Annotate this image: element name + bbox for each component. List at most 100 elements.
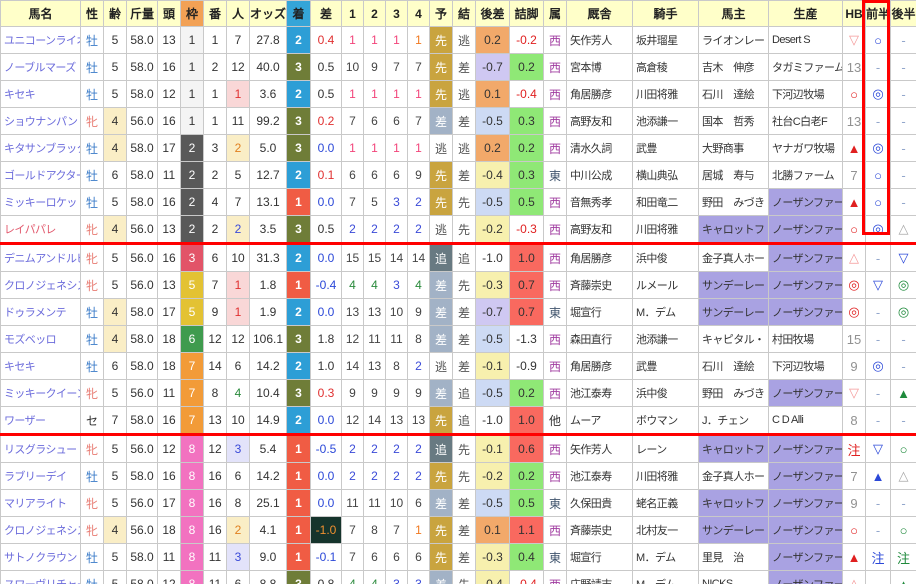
cell-prediction: 逃	[429, 215, 453, 244]
horse-name-link[interactable]: ミッキーロケット	[0, 188, 81, 216]
cell-corner1: 4	[341, 570, 364, 584]
cell-prediction: 先	[429, 406, 453, 435]
cell-weight: 58.0	[126, 26, 158, 54]
cell-odds: 3.5	[249, 215, 287, 244]
dash-mark: -	[901, 113, 906, 129]
rank-mark: △	[849, 250, 859, 265]
cell-field-size: 18	[157, 325, 181, 353]
cell-closing: 0.3	[509, 161, 544, 189]
rank-mark: ▲	[871, 468, 885, 484]
cell-hb: 7	[842, 161, 866, 189]
cell-frame: 1	[180, 53, 204, 81]
cell-late-diff: -0.2	[475, 215, 510, 244]
horse-name-link[interactable]: ドゥラメンテ	[0, 298, 81, 326]
horse-name-link[interactable]: キタサンブラック	[0, 134, 81, 162]
cell-margin: 0.0	[310, 489, 342, 517]
cell-margin: 0.2	[310, 107, 342, 135]
cell-field-size: 18	[157, 516, 181, 544]
horse-name-link[interactable]: マリアライト	[0, 489, 81, 517]
cell-hb: ▲	[842, 543, 866, 571]
cell-popularity: 7	[226, 26, 250, 54]
cell-number: 16	[203, 516, 227, 544]
cell-popularity: 1	[226, 80, 250, 108]
cell-sex: 牝	[80, 215, 104, 244]
cell-zenhan: ▽	[865, 433, 891, 463]
cell-corner4: 6	[407, 489, 430, 517]
cell-field-size: 11	[157, 161, 181, 189]
cell-field-size: 12	[157, 570, 181, 584]
cell-corner1: 1	[341, 80, 364, 108]
horse-name-link[interactable]: レイパパレ	[0, 215, 81, 244]
cell-stable: 斉藤崇史	[566, 271, 633, 299]
table-row: ラブリーデイ牡 5 58.0 16 8 16 6 14.2 1 0.0 2 2 2 2 先先 -0.2 0.2 西…	[0, 462, 916, 490]
cell-region: 西	[543, 107, 567, 135]
cell-field-size: 13	[157, 271, 181, 299]
cell-age: 5	[103, 80, 127, 108]
cell-popularity: 6	[226, 352, 250, 380]
table-row: サトノクラウン牡 5 58.0 11 8 11 3 9.0 1 -0.1 7 6 6 6 先差 -0.3 0.4…	[0, 543, 916, 571]
horse-name-link[interactable]: ノーブルマーズ	[0, 53, 81, 81]
cell-closing: -1.3	[509, 325, 544, 353]
cell-odds: 106.1	[249, 325, 287, 353]
cell-result: 先	[452, 215, 476, 244]
col-header-jockey: 騎手	[632, 0, 699, 27]
col-header-popularity: 人	[226, 0, 250, 27]
cell-finish: 2	[286, 406, 311, 435]
cell-stable: 堀宣行	[566, 543, 633, 571]
horse-name-link[interactable]: ミッキークイーン	[0, 379, 81, 407]
cell-weight: 56.0	[126, 215, 158, 244]
cell-breeder: 村田牧場	[768, 325, 843, 353]
cell-kouhan: -	[890, 325, 916, 353]
cell-sex: 牡	[80, 53, 104, 81]
horse-name-link[interactable]: キセキ	[0, 352, 81, 380]
cell-breeder: 北勝ファーム	[768, 161, 843, 189]
table-row: キセキ牡 6 58.0 18 7 14 6 14.2 2 1.0 14 13 8 2 逃差 -0.1 -0.9 西…	[0, 352, 916, 380]
cell-finish: 2	[286, 242, 311, 272]
horse-name-link[interactable]: ユニコーンライオン	[0, 26, 81, 54]
cell-hb: ▽	[842, 26, 866, 54]
horse-name-link[interactable]: スワーヴリチャード	[0, 570, 81, 584]
cell-age: 5	[103, 53, 127, 81]
cell-weight: 58.0	[126, 298, 158, 326]
horse-name-link[interactable]: キセキ	[0, 80, 81, 108]
cell-kouhan: ▲	[890, 570, 916, 584]
cell-frame: 5	[180, 298, 204, 326]
cell-owner: サンデーレー	[698, 516, 769, 544]
horse-name-link[interactable]: ラブリーデイ	[0, 462, 81, 490]
cell-jockey: 池添謙一	[632, 107, 699, 135]
dash-mark: -	[901, 140, 906, 156]
cell-breeder: ノーザンファーム	[768, 215, 843, 244]
horse-name-link[interactable]: ショウナンパンドラ	[0, 107, 81, 135]
cell-owner: 野田 みづき	[698, 188, 769, 216]
horse-name-link[interactable]: ワーザー	[0, 406, 81, 435]
horse-name-link[interactable]: クロノジェネシス	[0, 271, 81, 299]
cell-finish: 2	[286, 161, 311, 189]
cell-jockey: 浜中俊	[632, 242, 699, 272]
horse-name-link[interactable]: モズベッロ	[0, 325, 81, 353]
col-header-finish: 着	[286, 0, 311, 27]
cell-result: 先	[452, 188, 476, 216]
cell-prediction: 先	[429, 462, 453, 490]
cell-weight: 58.0	[126, 161, 158, 189]
horse-name-link[interactable]: クロノジェネシス	[0, 516, 81, 544]
cell-weight: 56.0	[126, 242, 158, 272]
col-header-margin: 差	[310, 0, 342, 27]
cell-age: 4	[103, 134, 127, 162]
horse-name-link[interactable]: デニムアンドルビー	[0, 242, 81, 272]
col-header-breeder: 生産	[768, 0, 843, 27]
horse-name-link[interactable]: リスグラシュー	[0, 433, 81, 463]
cell-result: 差	[452, 352, 476, 380]
horse-name-link[interactable]: サトノクラウン	[0, 543, 81, 571]
cell-kouhan: -	[890, 80, 916, 108]
cell-region: 西	[543, 516, 567, 544]
horse-name-link[interactable]: ゴールドアクター	[0, 161, 81, 189]
cell-breeder: ノーザンファーム	[768, 516, 843, 544]
cell-closing: 0.2	[509, 134, 544, 162]
cell-corner2: 15	[363, 242, 386, 272]
cell-breeder: ノーザンファーム	[768, 543, 843, 571]
cell-corner1: 11	[341, 489, 364, 517]
cell-jockey: ボウマン	[632, 406, 699, 435]
cell-margin: -0.5	[310, 433, 342, 463]
cell-finish: 1	[286, 489, 311, 517]
cell-age: 5	[103, 242, 127, 272]
